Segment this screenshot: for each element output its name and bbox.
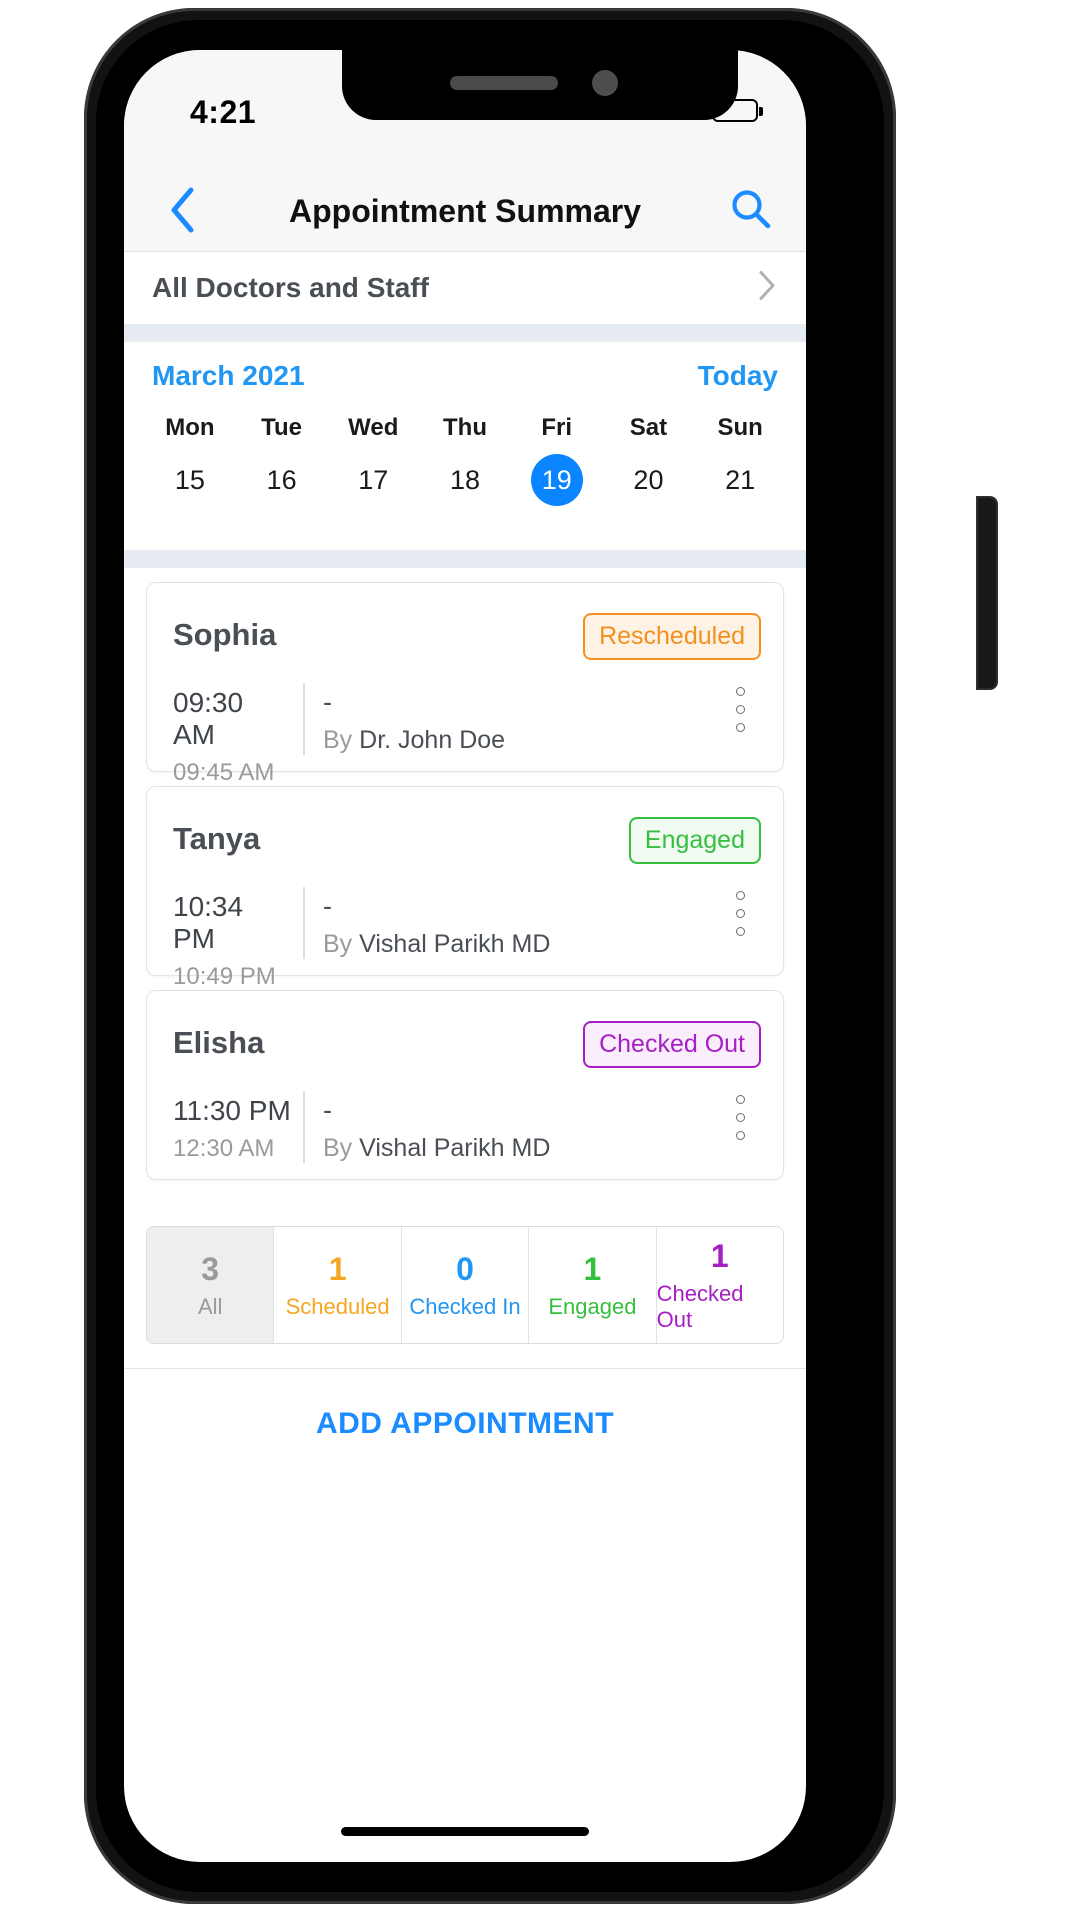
add-appointment-button[interactable]: ADD APPOINTMENT [316, 1407, 614, 1441]
calendar-date-row: 15 16 17 18 19 20 21 [124, 454, 806, 506]
status-badge[interactable]: Rescheduled [583, 613, 761, 660]
calendar-date-selected[interactable]: 19 [530, 454, 583, 506]
calendar-date[interactable]: 17 [347, 454, 399, 506]
section-divider-top [124, 324, 806, 342]
kebab-menu-icon[interactable] [727, 687, 753, 732]
calendar-date[interactable]: 21 [714, 454, 766, 506]
patient-name: Sophia [173, 617, 277, 652]
status-counter-bar: 3 All 1 Scheduled 0 Checked In 1 Engaged 1 Checke… [146, 1226, 784, 1344]
appointment-provider: By Vishal Parikh MD [323, 930, 550, 959]
appointment-card[interactable]: Tanya Engaged 10:34 PM 10:49 PM - By Vishal P… [146, 786, 784, 990]
appointment-end-time: 10:49 PM [173, 963, 276, 990]
doctors-filter-row[interactable]: All Doctors and Staff [124, 252, 806, 324]
phone-screen: 4:21 Appointment Summary All Doctors and… [124, 50, 806, 1862]
provider-prefix: By [323, 930, 353, 958]
calendar-weekday: Wed [348, 414, 399, 441]
appointment-provider: By Vishal Parikh MD [323, 1134, 550, 1163]
calendar-strip: March 2021 Today Mon Tue Wed Thu Fri Sat Sun 1… [124, 342, 806, 550]
calendar-weekday: Thu [443, 414, 487, 441]
calendar-weekday-row: Mon Tue Wed Thu Fri Sat Sun [124, 414, 806, 442]
counter-cell-checked-out[interactable]: 1 Checked Out [657, 1227, 783, 1343]
search-icon [729, 187, 773, 236]
appointment-start-time: 10:34 PM [173, 891, 244, 954]
calendar-weekday: Tue [261, 414, 303, 441]
search-button[interactable] [722, 182, 780, 240]
provider-prefix: By [323, 726, 353, 754]
counter-value: 0 [456, 1250, 474, 1287]
section-divider-bottom [124, 550, 806, 568]
appointment-provider: By Dr. John Doe [323, 726, 505, 755]
appointment-detail-block: - By Vishal Parikh MD [323, 891, 550, 959]
appointment-card[interactable]: Sophia Rescheduled 09:30 AM 09:45 AM - By Dr.… [146, 582, 784, 786]
appointment-time-block: 09:30 AM 09:45 AM [173, 687, 291, 787]
status-badge[interactable]: Engaged [628, 817, 761, 864]
vertical-divider [303, 887, 305, 959]
provider-prefix: By [323, 1134, 353, 1162]
counter-value: 3 [201, 1250, 220, 1287]
counter-value: 1 [710, 1237, 729, 1274]
calendar-date[interactable]: 15 [164, 454, 216, 506]
calendar-weekday: Sun [717, 414, 763, 441]
appointment-time-block: 10:34 PM 10:49 PM [173, 891, 291, 991]
provider-name: Dr. John Doe [359, 726, 506, 754]
kebab-menu-icon[interactable] [727, 1095, 753, 1140]
calendar-today-button[interactable]: Today [698, 360, 778, 392]
kebab-menu-icon[interactable] [727, 891, 753, 936]
patient-name: Tanya [173, 821, 261, 856]
page-title: Appointment Summary [288, 192, 642, 229]
counter-label: Scheduled [285, 1293, 390, 1319]
counter-cell-engaged[interactable]: 1 Engaged [529, 1227, 657, 1343]
appointment-reason: - [323, 891, 332, 921]
speaker-grille [450, 76, 558, 90]
calendar-weekday: Sat [629, 414, 668, 441]
add-appointment-footer: ADD APPOINTMENT [124, 1368, 806, 1478]
patient-name: Elisha [173, 1025, 265, 1060]
navigation-bar: Appointment Summary [124, 170, 806, 252]
home-indicator[interactable] [341, 1827, 589, 1836]
appointment-reason: - [323, 1095, 332, 1125]
front-camera-icon [592, 70, 618, 96]
counter-label: Checked In [409, 1293, 521, 1319]
appointment-time-block: 11:30 PM 12:30 AM [173, 1095, 291, 1163]
calendar-date[interactable]: 18 [439, 454, 491, 506]
appointment-detail-block: - By Vishal Parikh MD [323, 1095, 550, 1163]
appointment-list: Sophia Rescheduled 09:30 AM 09:45 AM - By Dr.… [124, 568, 806, 1208]
calendar-month-label[interactable]: March 2021 [152, 360, 305, 392]
appointment-start-time: 09:30 AM [173, 687, 244, 750]
appointment-card[interactable]: Elisha Checked Out 11:30 PM 12:30 AM - By Vis… [146, 990, 784, 1180]
vertical-divider [303, 683, 305, 755]
counter-cell-scheduled[interactable]: 1 Scheduled [274, 1227, 402, 1343]
status-bar-time: 4:21 [190, 94, 257, 130]
appointment-start-time: 11:30 PM [173, 1095, 291, 1126]
status-badge[interactable]: Checked Out [583, 1021, 761, 1068]
counter-label: Checked Out [656, 1280, 744, 1332]
counter-value: 1 [583, 1250, 602, 1287]
calendar-weekday: Fri [541, 414, 573, 441]
counter-label: Engaged [548, 1293, 637, 1319]
provider-name: Vishal Parikh MD [359, 1134, 551, 1162]
appointment-end-time: 09:45 AM [173, 759, 275, 786]
counter-cell-checked-in[interactable]: 0 Checked In [402, 1227, 530, 1343]
appointment-detail-block: - By Dr. John Doe [323, 687, 505, 755]
counter-value: 1 [328, 1250, 347, 1287]
doctors-filter-label: All Doctors and Staff [152, 272, 429, 303]
chevron-right-icon [756, 269, 778, 308]
calendar-date[interactable]: 20 [622, 454, 674, 506]
provider-name: Vishal Parikh MD [359, 930, 551, 958]
counter-cell-all[interactable]: 3 All [147, 1227, 275, 1343]
calendar-header: March 2021 Today [124, 342, 806, 392]
appointment-reason: - [323, 687, 332, 717]
counter-label: All [197, 1293, 223, 1319]
power-button[interactable] [978, 498, 996, 688]
vertical-divider [303, 1091, 305, 1163]
calendar-weekday: Mon [165, 414, 215, 441]
calendar-date[interactable]: 16 [256, 454, 308, 506]
appointment-end-time: 12:30 AM [173, 1135, 275, 1162]
phone-notch [342, 48, 738, 120]
